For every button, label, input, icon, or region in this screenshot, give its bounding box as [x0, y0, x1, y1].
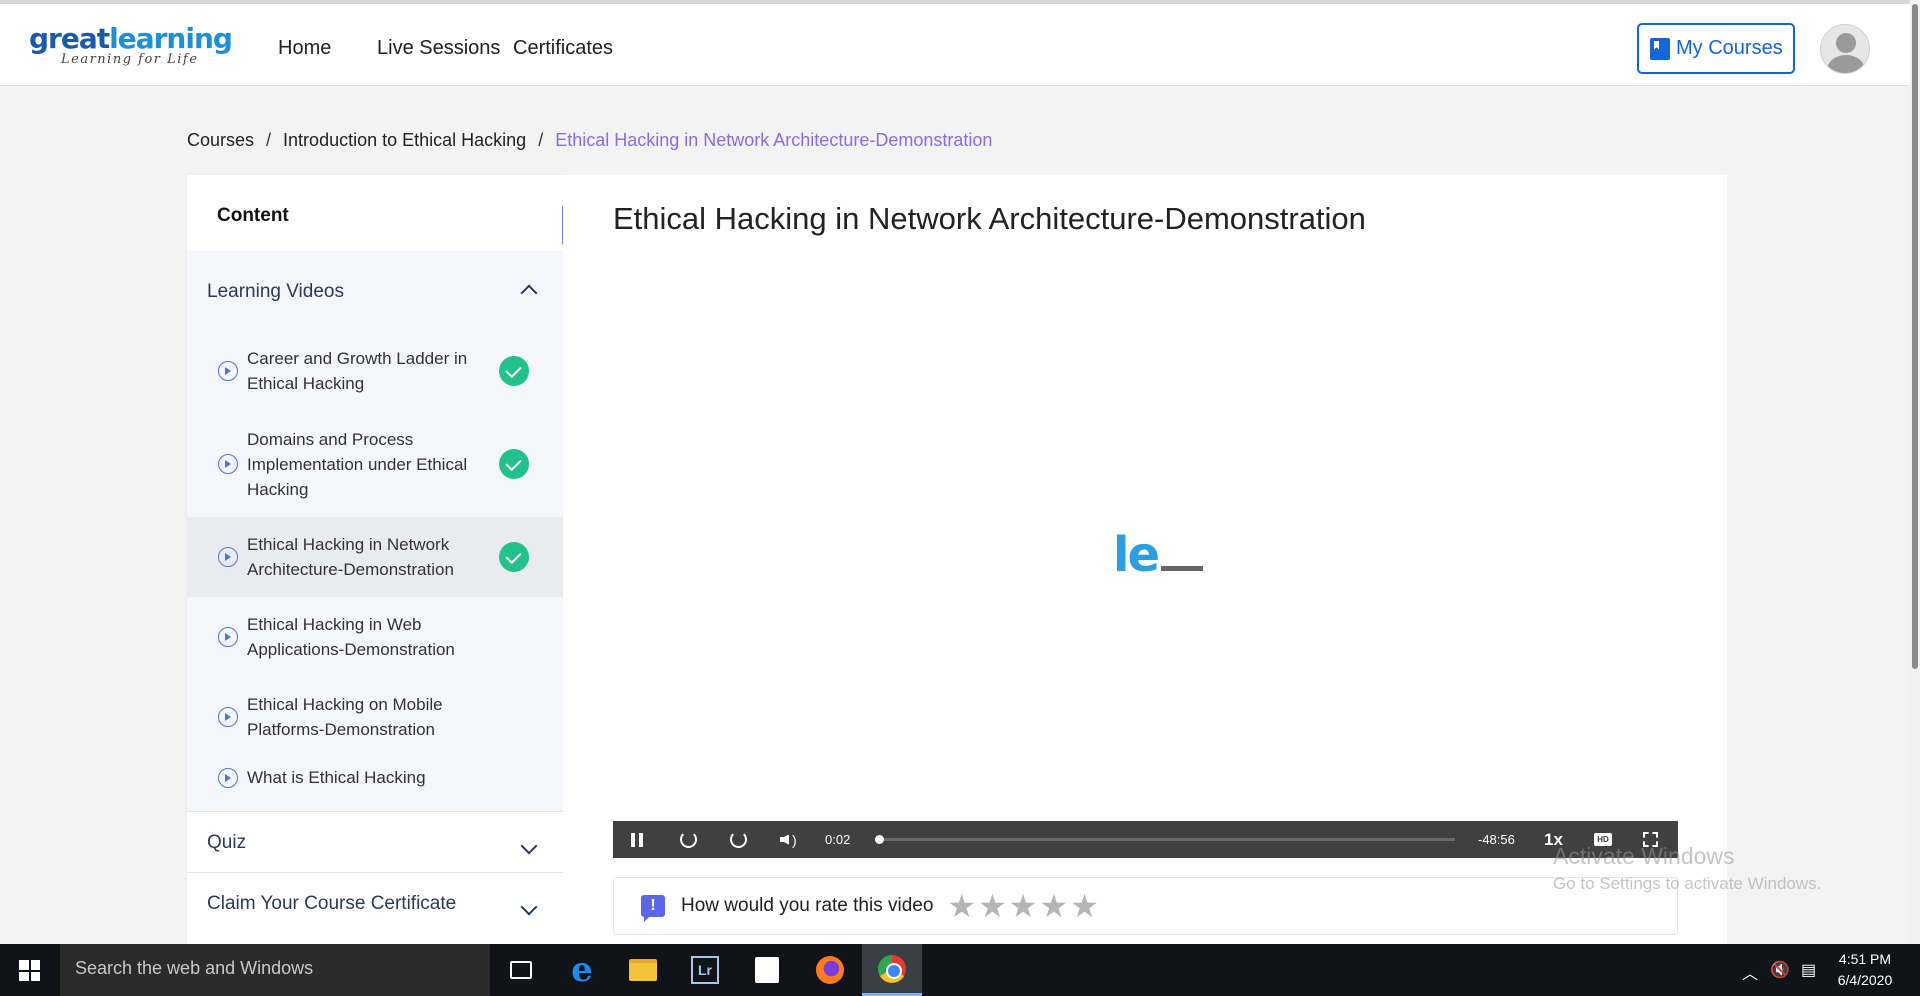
nav-home[interactable]: Home — [278, 37, 331, 60]
section-header-learning-videos[interactable]: Learning Videos — [187, 251, 563, 331]
video-item-title: Ethical Hacking in Web Applications-Demo… — [247, 615, 455, 659]
star-5[interactable]: ★ — [1070, 890, 1099, 922]
sidebar-header: Content — [217, 205, 289, 226]
elapsed-time: 0:02 — [825, 832, 851, 847]
nav-live-sessions[interactable]: Live Sessions — [377, 37, 500, 60]
breadcrumb-separator: / — [538, 130, 544, 150]
rating-prompt: How would you rate this video — [681, 895, 934, 916]
content-sidebar: Content Learning Videos Career and Growt… — [187, 175, 563, 945]
video-player[interactable]: le — [613, 255, 1678, 855]
video-item-title: Domains and Process Implementation under… — [247, 429, 468, 499]
page-title: Ethical Hacking in Network Architecture-… — [613, 201, 1366, 236]
check-circle-icon — [499, 356, 529, 386]
task-view-icon[interactable] — [506, 954, 536, 986]
video-item-active[interactable]: Ethical Hacking in Network Architecture-… — [187, 517, 563, 597]
clock-time: 4:51 PM — [1838, 951, 1892, 967]
check-circle-icon — [499, 449, 529, 479]
watermark-title: Activate Windows — [1553, 843, 1735, 869]
feedback-icon: ! — [641, 895, 665, 922]
breadcrumb-current: Ethical Hacking in Network Architecture-… — [555, 130, 993, 150]
clock-date: 6/4/2020 — [1837, 972, 1893, 988]
star-2[interactable]: ★ — [978, 890, 1007, 922]
lightroom-icon[interactable]: Lr — [690, 954, 720, 986]
star-4[interactable]: ★ — [1039, 890, 1068, 922]
top-navbar: greatlearning Learning for Life Home Liv… — [0, 0, 1920, 86]
seek-bar[interactable] — [875, 835, 1455, 844]
user-avatar[interactable] — [1820, 24, 1870, 74]
video-controls: ) 0:02 -48:56 1x HD — [613, 821, 1678, 858]
taskbar-clock[interactable]: 4:51 PM 6/4/2020 — [1830, 949, 1900, 991]
section-quiz[interactable]: Quiz — [187, 811, 563, 872]
rewind-icon — [680, 831, 697, 848]
forward-icon — [730, 831, 747, 848]
edge-browser-icon[interactable]: e — [567, 950, 597, 990]
chrome-icon[interactable] — [862, 944, 922, 996]
windows-taskbar: Search the web and Windows e Lr ︿ 🔇 ▤ 4:… — [0, 944, 1920, 996]
forward-button[interactable] — [730, 821, 747, 858]
windows-start-icon[interactable] — [19, 960, 40, 981]
greatlearning-logo[interactable]: greatlearning Learning for Life — [29, 22, 233, 68]
video-item[interactable]: Career and Growth Ladder in Ethical Hack… — [187, 331, 563, 411]
video-item-title: Ethical Hacking on Mobile Platforms-Demo… — [247, 695, 443, 739]
activate-windows-watermark: Activate Windows Go to Settings to activ… — [1553, 843, 1821, 894]
logo-text-learning: learning — [109, 22, 233, 55]
video-item[interactable]: Ethical Hacking in Web Applications-Demo… — [187, 597, 563, 677]
rating-bar: ! How would you rate this video ★ ★ ★ ★ … — [613, 877, 1678, 935]
play-circle-icon — [218, 454, 238, 474]
play-circle-icon — [218, 627, 238, 647]
pause-button[interactable] — [631, 821, 647, 858]
breadcrumb: Courses / Introduction to Ethical Hackin… — [187, 130, 992, 151]
star-3[interactable]: ★ — [1009, 890, 1038, 922]
section-title: Learning Videos — [207, 281, 344, 302]
video-item-title: What is Ethical Hacking — [247, 768, 426, 787]
star-1[interactable]: ★ — [947, 890, 976, 922]
logo-text-great: great — [29, 22, 110, 55]
check-circle-icon — [499, 542, 529, 572]
taskbar-search-box[interactable]: Search the web and Windows — [60, 944, 490, 996]
play-circle-icon — [218, 768, 238, 788]
seek-handle[interactable] — [875, 835, 884, 844]
remaining-time: -48:56 — [1478, 832, 1515, 847]
volume-button[interactable]: ) — [780, 821, 797, 858]
tray-chevron-up-icon[interactable]: ︿ — [1742, 960, 1758, 984]
section-certificate[interactable]: Claim Your Course Certificate — [187, 872, 563, 933]
play-circle-icon — [218, 547, 238, 567]
chevron-down-icon — [520, 898, 538, 916]
breadcrumb-course[interactable]: Introduction to Ethical Hacking — [283, 130, 526, 151]
play-circle-icon — [218, 361, 238, 381]
volume-muted-icon[interactable]: 🔇 — [1770, 960, 1790, 980]
breadcrumb-separator: / — [266, 130, 272, 150]
loader-text: le — [1113, 527, 1160, 583]
breadcrumb-courses[interactable]: Courses — [187, 130, 254, 151]
file-explorer-icon[interactable] — [628, 954, 658, 986]
section-title: Quiz — [207, 832, 247, 853]
my-courses-button[interactable]: My Courses — [1637, 23, 1795, 74]
section-header-certificate[interactable]: Claim Your Course Certificate — [187, 873, 563, 933]
video-item[interactable]: What is Ethical Hacking — [187, 757, 563, 811]
speaker-icon — [780, 834, 789, 845]
lesson-panel: Ethical Hacking in Network Architecture-… — [563, 175, 1727, 945]
video-item-title: Career and Growth Ladder in Ethical Hack… — [247, 349, 468, 393]
video-item[interactable]: Ethical Hacking on Mobile Platforms-Demo… — [187, 677, 563, 757]
video-item[interactable]: Domains and Process Implementation under… — [187, 411, 563, 517]
play-circle-icon — [218, 707, 238, 727]
section-learning-videos: Learning Videos Career and Growth Ladder… — [187, 251, 563, 811]
section-title: Claim Your Course Certificate — [207, 893, 457, 914]
action-center-icon[interactable]: ▤ — [1801, 960, 1816, 980]
nav-certificates[interactable]: Certificates — [513, 37, 613, 60]
watermark-subtitle: Go to Settings to activate Windows. — [1553, 874, 1822, 893]
store-icon[interactable] — [752, 954, 782, 986]
chevron-up-icon — [520, 284, 538, 302]
book-icon — [1650, 37, 1670, 60]
my-courses-label: My Courses — [1676, 37, 1783, 59]
firefox-icon[interactable] — [815, 954, 845, 986]
video-loading-logo: le — [1113, 527, 1204, 583]
chevron-down-icon — [520, 837, 538, 855]
rewind-button[interactable] — [680, 821, 697, 858]
section-header-quiz[interactable]: Quiz — [187, 812, 563, 872]
video-item-title: Ethical Hacking in Network Architecture-… — [247, 535, 454, 579]
page-scrollbar-thumb[interactable] — [1912, 4, 1918, 669]
